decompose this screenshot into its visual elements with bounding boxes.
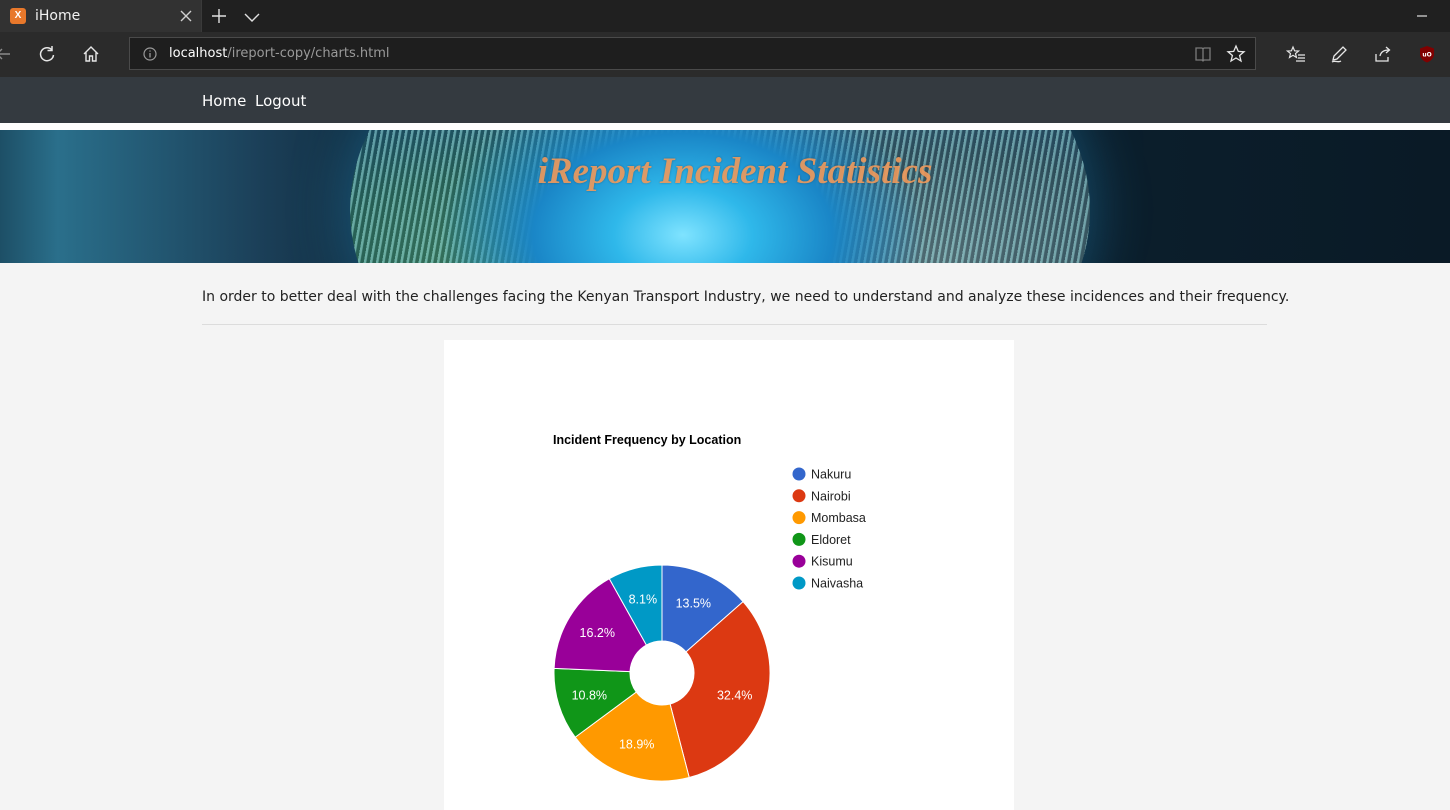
- close-icon[interactable]: [178, 8, 194, 24]
- info-icon[interactable]: [142, 46, 158, 62]
- slice-label-nakuru: 13.5%: [676, 597, 711, 611]
- legend-item-nairobi[interactable]: Nairobi: [792, 489, 851, 503]
- legend-label: Kisumu: [811, 555, 853, 569]
- xampp-favicon-icon: X: [10, 8, 26, 24]
- legend-label: Naivasha: [811, 577, 863, 591]
- slice-label-naivasha: 8.1%: [629, 592, 658, 606]
- chart-container: Incident Frequency by Location 13.5% 32.4…: [444, 340, 1014, 810]
- nav-logout-link[interactable]: Logout: [255, 92, 306, 110]
- banner-title: iReport Incident Statistics: [537, 151, 933, 192]
- slice-label-nairobi: 32.4%: [717, 688, 752, 702]
- plus-icon[interactable]: [210, 7, 228, 25]
- legend-item-eldoret[interactable]: Eldoret: [792, 532, 852, 547]
- legend-swatch: [792, 511, 806, 525]
- tab-title: iHome: [35, 8, 81, 24]
- hero-banner: iReport Incident Statistics: [0, 130, 1450, 263]
- slice-label-mombasa: 18.9%: [619, 738, 654, 752]
- svg-text:uO: uO: [1422, 52, 1431, 59]
- nav-home-link[interactable]: Home: [202, 92, 246, 110]
- home-icon[interactable]: [81, 44, 101, 64]
- star-icon[interactable]: [1226, 44, 1246, 64]
- chart-legend: Nakuru Nairobi Mombasa Eldoret Kisumu Naivash…: [792, 467, 866, 591]
- pen-icon[interactable]: [1329, 44, 1349, 64]
- share-icon[interactable]: [1373, 44, 1393, 64]
- legend-label: Mombasa: [811, 511, 866, 525]
- chevron-down-icon[interactable]: [243, 8, 261, 26]
- slice-label-eldoret: 10.8%: [572, 688, 607, 702]
- donut-chart: Incident Frequency by Location 13.5% 32.4…: [553, 433, 866, 782]
- address-bar[interactable]: localhost/ireport-copy/charts.html: [129, 37, 1256, 70]
- url-text[interactable]: localhost/ireport-copy/charts.html: [169, 46, 390, 61]
- chart-slices: [553, 564, 771, 782]
- section-divider: [202, 324, 1267, 325]
- slice-label-kisumu: 16.2%: [580, 626, 615, 640]
- favorites-icon[interactable]: [1286, 44, 1306, 64]
- ublock-icon[interactable]: uO: [1417, 44, 1437, 64]
- legend-item-mombasa[interactable]: Mombasa: [792, 511, 866, 525]
- back-icon[interactable]: [0, 44, 14, 64]
- legend-swatch: [792, 576, 806, 590]
- minimize-icon[interactable]: [1408, 8, 1434, 24]
- url-host: localhost: [169, 46, 228, 61]
- legend-label: Eldoret: [811, 533, 851, 547]
- navbar-divider: [0, 123, 1450, 130]
- tab-strip: X iHome: [0, 0, 1450, 32]
- url-path: /ireport-copy/charts.html: [227, 46, 390, 61]
- reading-view-icon[interactable]: [1194, 45, 1212, 63]
- legend-item-kisumu[interactable]: Kisumu: [792, 554, 853, 569]
- browser-toolbar: localhost/ireport-copy/charts.html uO: [0, 32, 1450, 77]
- legend-swatch: [792, 532, 806, 546]
- refresh-icon[interactable]: [37, 44, 57, 64]
- legend-label: Nairobi: [811, 489, 851, 503]
- chart-title: Incident Frequency by Location: [553, 433, 741, 447]
- legend-item-nakuru[interactable]: Nakuru: [792, 467, 852, 482]
- legend-label: Nakuru: [811, 468, 851, 482]
- legend-item-naivasha[interactable]: Naivasha: [792, 576, 864, 591]
- legend-swatch: [792, 554, 806, 568]
- intro-paragraph: In order to better deal with the challen…: [202, 289, 1290, 305]
- legend-swatch: [792, 467, 806, 481]
- browser-tab[interactable]: X iHome: [0, 0, 202, 32]
- site-navbar: Home Logout: [0, 77, 1450, 123]
- legend-swatch: [792, 489, 806, 503]
